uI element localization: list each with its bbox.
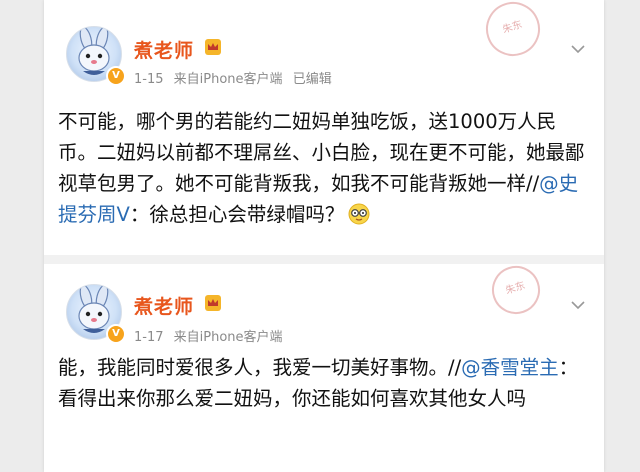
post-text: 不可能，哪个男的若能约二妞妈单独吃饭，送1000万人民币。二妞妈以前都不理屌丝、… — [58, 106, 590, 230]
post-date: 1-15 — [134, 72, 164, 87]
post-meta: 1-15 来自iPhone客户端 已编辑 — [134, 68, 332, 87]
glasses-face-emoji-icon — [348, 203, 370, 225]
weibo-post: V 煮老师 1-17 来自iPhone客户端 朱东 能，我能同时爱很多人，我爱一… — [44, 259, 604, 472]
author-name[interactable]: 煮老师 — [134, 36, 194, 63]
mention-link[interactable]: @香雪堂主 — [461, 356, 559, 379]
verified-badge-icon: V — [106, 324, 126, 344]
post-source: 来自iPhone客户端 — [173, 330, 283, 345]
post-divider — [44, 255, 604, 264]
post-date: 1-17 — [134, 330, 164, 345]
post-meta: 1-17 来自iPhone客户端 — [134, 326, 283, 345]
post-text: 能，我能同时爱很多人，我爱一切美好事物。//@香雪堂主：看得出来你那么爱二妞妈，… — [58, 352, 590, 414]
post-text-main: 能，我能同时爱很多人，我爱一切美好事物。// — [58, 356, 462, 379]
post-text-quote: ：徐总担心会带绿帽吗？ — [129, 203, 345, 226]
watermark-stamp: 朱东 — [478, 0, 548, 64]
chevron-down-icon[interactable] — [570, 300, 586, 310]
crown-icon — [205, 39, 221, 55]
verified-badge-icon: V — [106, 66, 126, 86]
watermark-stamp: 朱东 — [485, 259, 547, 321]
edited-label[interactable]: 已编辑 — [293, 72, 332, 87]
weibo-post: V 煮老师 1-15 来自iPhone客户端 已编辑 朱东 不可能，哪个男的若能… — [44, 0, 604, 255]
post-text-main: 不可能，哪个男的若能约二妞妈单独吃饭，送1000万人民币。二妞妈以前都不理屌丝、… — [58, 110, 585, 195]
chevron-down-icon[interactable] — [570, 44, 586, 54]
author-name[interactable]: 煮老师 — [134, 292, 194, 319]
crown-icon — [205, 295, 221, 311]
post-source: 来自iPhone客户端 — [173, 72, 283, 87]
